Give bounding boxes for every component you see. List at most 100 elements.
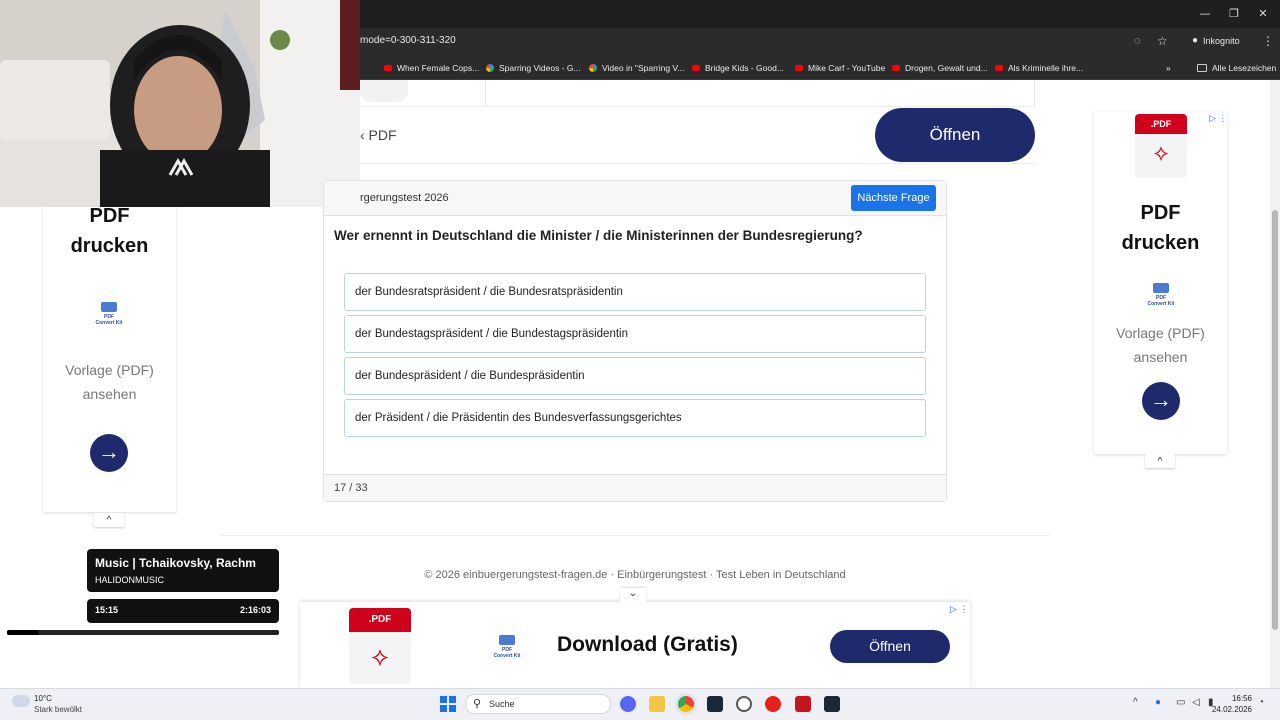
search-placeholder[interactable]: Suche: [489, 699, 515, 709]
pdf-convert-logo: PDF Convert Kit: [492, 635, 522, 659]
bookmark-item[interactable]: When Female Cops...: [384, 61, 479, 75]
chrome-icon[interactable]: [678, 696, 694, 712]
weather-desc[interactable]: Stark bewölkt: [34, 705, 82, 714]
weather-temp[interactable]: 10°C: [34, 694, 52, 703]
taskbar-search[interactable]: [465, 694, 611, 714]
bookmark-item[interactable]: Mike Carf - YouTube: [795, 61, 885, 75]
adchoices-icon[interactable]: ▷ ⋮: [1209, 113, 1227, 124]
bookmark-label: Drogen, Gewalt und...: [905, 63, 988, 73]
incognito-icon: ●: [1192, 35, 1199, 46]
ad-fragment: [360, 80, 408, 102]
music-progress-fill: [7, 630, 39, 635]
music-progress-track[interactable]: [7, 630, 279, 635]
bookmark-label: When Female Cops...: [397, 63, 480, 73]
logo-mark-icon: [101, 302, 117, 312]
logo-mark-icon: [499, 635, 515, 645]
music-channel: HALIDONMUSIC: [95, 575, 165, 585]
ad-back-link[interactable]: ‹ PDF: [360, 127, 397, 143]
left-ad-title-line1: PDF: [89, 205, 130, 227]
answer-option[interactable]: der Bundespräsident / die Bundespräsiden…: [344, 357, 926, 395]
app-icon[interactable]: [736, 696, 752, 712]
scrollbar-thumb[interactable]: [1272, 210, 1278, 630]
bottom-ad-collapse-chevron-down-icon[interactable]: ⌄: [620, 588, 646, 602]
incognito-indicator[interactable]: ● Inkognito: [1192, 35, 1240, 46]
youtube-icon: [995, 65, 1003, 71]
cloud-icon[interactable]: [12, 695, 30, 707]
all-bookmarks[interactable]: Alle Lesezeichen: [1197, 61, 1276, 75]
star-icon[interactable]: ☆: [1157, 34, 1168, 48]
bookmark-item[interactable]: Video in "Sparring V...: [589, 61, 684, 75]
acrobat-icon: ⟡: [1153, 140, 1169, 165]
answer-option[interactable]: der Bundestagspräsident / die Bundestags…: [344, 315, 926, 353]
logo-mark-icon: [1153, 283, 1169, 293]
close-icon[interactable]: ✕: [1248, 4, 1278, 24]
question-text: Wer ernennt in Deutschland die Minister …: [334, 228, 863, 243]
logo-text: PDF Convert Kit: [493, 647, 521, 659]
adchoices-icon[interactable]: ▷ ⋮: [950, 604, 968, 615]
network-icon[interactable]: ▭: [1176, 697, 1185, 708]
menu-kebab-icon[interactable]: ⋮: [1262, 34, 1274, 48]
app-red-icon[interactable]: [795, 696, 811, 712]
right-ad-sub-line1: Vorlage (PDF): [1116, 325, 1205, 341]
steam-icon[interactable]: [824, 696, 840, 712]
webcam-image: [0, 0, 360, 207]
youtube-icon[interactable]: [765, 696, 781, 712]
music-time-current: 15:15: [95, 605, 119, 615]
volume-icon[interactable]: ◁: [1192, 697, 1200, 708]
left-ad-collapse-chevron-up-icon[interactable]: ^: [94, 513, 124, 527]
left-ad-title-line2: drucken: [70, 235, 149, 257]
pdf-badge: .PDF: [349, 608, 411, 632]
bookmark-item[interactable]: Sparring Videos - G...: [486, 61, 581, 75]
quiz-footer: [324, 474, 946, 501]
minimize-icon[interactable]: —: [1190, 4, 1220, 24]
overflow-icon: »: [1166, 63, 1171, 73]
discord-icon[interactable]: [620, 696, 636, 712]
acrobat-icon: ⟡: [371, 641, 389, 671]
restore-icon[interactable]: ❐: [1219, 4, 1249, 24]
right-ad-collapse-chevron-up-icon[interactable]: ^: [1145, 454, 1175, 468]
answer-option[interactable]: der Präsident / die Präsidentin des Bund…: [344, 399, 926, 437]
logo-text: PDF Convert Kit: [95, 314, 123, 326]
clock-time[interactable]: 16:56: [1222, 694, 1252, 703]
bookmark-item[interactable]: Als Kriminelle ihre...: [995, 61, 1083, 75]
incognito-label: Inkognito: [1203, 35, 1240, 46]
bookmark-label: Mike Carf - YouTube: [808, 63, 886, 73]
search-icon: ⚲: [473, 698, 482, 710]
windows-start-icon[interactable]: [440, 696, 456, 712]
arrow-right-icon[interactable]: →: [90, 434, 128, 472]
folder-icon: [1197, 64, 1207, 72]
tray-chevron-up-icon[interactable]: ^: [1133, 697, 1138, 708]
pdf-file-icon: .PDF ⟡: [1135, 114, 1187, 178]
bookmark-item[interactable]: Drogen, Gewalt und...: [892, 61, 988, 75]
pdf-badge: .PDF: [1135, 114, 1187, 134]
top-ad-open-button[interactable]: Öffnen: [875, 108, 1035, 162]
next-question-button[interactable]: Nächste Frage: [851, 185, 936, 211]
steam-icon[interactable]: [707, 696, 723, 712]
pdf-file-icon: .PDF ⟡: [349, 608, 411, 684]
youtube-icon: [692, 65, 700, 71]
answer-option[interactable]: der Bundesratspräsident / die Bundesrats…: [344, 273, 926, 311]
divider: [485, 80, 486, 106]
music-time-total: 2:16:03: [239, 605, 271, 615]
bottom-ad-open-button[interactable]: Öffnen: [830, 630, 950, 663]
clock-date[interactable]: 24.02.2026: [1206, 705, 1252, 714]
bookmarks-overflow[interactable]: »: [1166, 61, 1171, 75]
youtube-icon: [795, 65, 803, 71]
right-ad-sub-line2: ansehen: [1133, 349, 1188, 365]
notification-bell-icon[interactable]: ◔: [1258, 697, 1264, 708]
mic-icon[interactable]: ●: [1155, 697, 1161, 708]
eye-off-icon[interactable]: ◌: [1134, 35, 1141, 47]
drive-icon: [589, 64, 597, 72]
arrow-right-icon[interactable]: →: [1142, 382, 1180, 420]
youtube-icon: [892, 65, 900, 71]
webcam-overlay: [0, 0, 360, 207]
url-text[interactable]: mode=0-300-311-320: [360, 35, 456, 46]
youtube-icon: [384, 65, 392, 71]
right-ad-title-line2: drucken: [1121, 232, 1200, 254]
file-explorer-icon[interactable]: [649, 696, 665, 712]
quiz-header-title: rgerungstest 2026: [360, 192, 449, 204]
pdf-convert-logo: PDF Convert Kit: [94, 302, 124, 326]
question-progress: 17 / 33: [334, 482, 368, 494]
logo-text: PDF Convert Kit: [1147, 295, 1175, 307]
bookmark-item[interactable]: Bridge Kids - Good...: [692, 61, 784, 75]
